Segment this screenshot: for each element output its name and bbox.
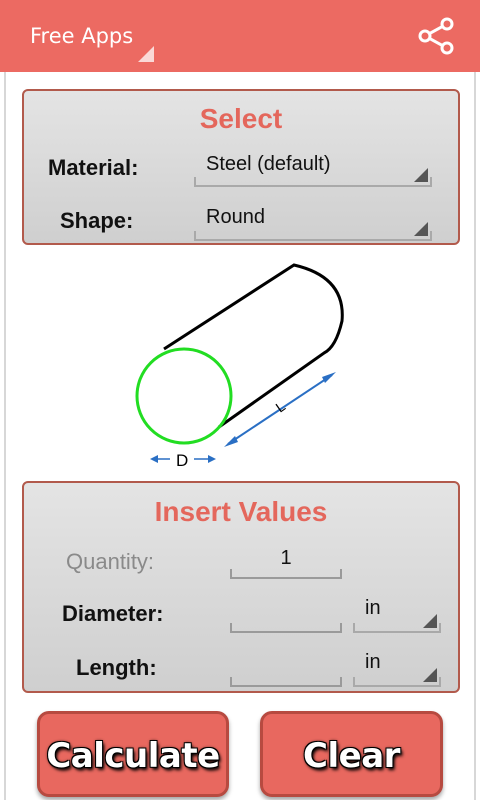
diameter-unit-dropdown[interactable]: in (353, 595, 441, 633)
cylinder-outline (163, 263, 344, 429)
shape-label: Shape: (60, 208, 134, 233)
dropdown-edge (194, 177, 196, 185)
diameter-field[interactable] (230, 597, 342, 633)
length-unit: in (365, 651, 381, 673)
material-value: Steel (default) (206, 153, 331, 175)
chevron-down-icon (423, 614, 437, 628)
dropdown-triangle-icon (138, 46, 154, 62)
diameter-label: Diameter: (62, 601, 164, 626)
shape-value: Round (206, 206, 265, 228)
select-panel: Select Material: Steel (default) Shape: … (22, 89, 460, 245)
material-label: Material: (48, 155, 139, 180)
field-edge (340, 623, 342, 631)
app-title[interactable]: Free Apps (30, 24, 133, 48)
shape-dropdown[interactable]: Round (194, 204, 432, 241)
insert-values-title: Insert Values (154, 496, 328, 527)
field-edge (340, 569, 342, 577)
field-edge (230, 623, 232, 631)
dropdown-edge (353, 623, 355, 631)
dropdown-edge (439, 623, 441, 631)
cross-section-circle (135, 347, 233, 445)
app-bar: Free Apps (0, 0, 480, 72)
clear-button-label: Clear (303, 736, 400, 776)
dropdown-edge (194, 231, 196, 239)
length-field[interactable] (230, 651, 342, 687)
quantity-value: 1 (280, 547, 292, 569)
quantity-field[interactable]: 1 (230, 543, 342, 579)
field-edge (340, 677, 342, 685)
chevron-down-icon (423, 668, 437, 682)
field-edge (230, 569, 232, 577)
diameter-label: D (176, 451, 188, 470)
clear-button[interactable]: Clear (260, 711, 443, 797)
dropdown-edge (430, 177, 432, 185)
field-edge (230, 677, 232, 685)
material-dropdown[interactable]: Steel (default) (194, 151, 432, 187)
dropdown-edge (439, 677, 441, 685)
calculate-button[interactable]: Calculate (37, 711, 229, 797)
insert-values-panel: Insert Values Quantity: 1 Diameter: in L… (22, 481, 460, 693)
calculate-button-label: Calculate (46, 736, 220, 776)
dropdown-edge (353, 677, 355, 685)
dropdown-edge (430, 231, 432, 239)
round-bar-diagram: L D (135, 263, 344, 470)
diameter-unit: in (365, 597, 381, 619)
quantity-label: Quantity: (66, 549, 155, 574)
chevron-down-icon (414, 222, 428, 236)
chevron-down-icon (414, 168, 428, 182)
length-label: Length: (76, 655, 157, 680)
share-icon[interactable] (414, 16, 458, 56)
select-panel-title: Select (199, 103, 283, 134)
length-unit-dropdown[interactable]: in (353, 649, 441, 687)
